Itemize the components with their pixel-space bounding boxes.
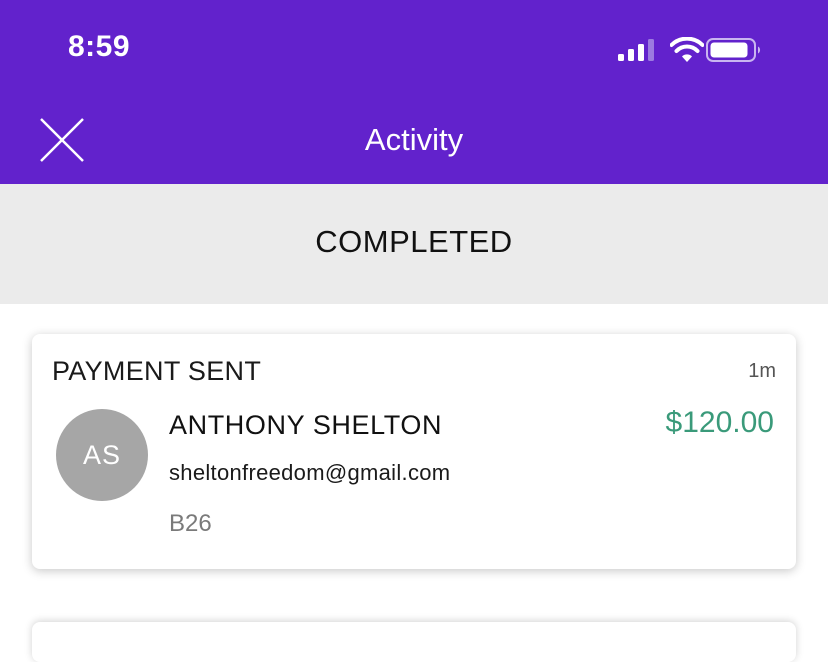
header: 8:59 Activity	[0, 0, 828, 184]
activity-type: PAYMENT SENT	[52, 356, 262, 386]
status-time: 8:59	[68, 30, 131, 63]
section-label: COMPLETED	[315, 224, 513, 259]
signal-icon	[618, 39, 654, 61]
payment-memo: B26	[169, 510, 212, 537]
wifi-icon	[670, 37, 704, 62]
payment-amount: $120.00	[665, 406, 774, 439]
avatar: AS	[56, 409, 148, 501]
avatar-initials: AS	[82, 439, 122, 470]
battery-icon	[706, 38, 761, 62]
activity-time: 1m	[748, 360, 776, 382]
recipient-name: ANTHONY SHELTON	[169, 410, 443, 440]
activity-card[interactable]: PAYMENT SENT 1m AS ANTHONY SHELTON $120.…	[32, 334, 796, 569]
activity-card-partial[interactable]	[32, 622, 796, 662]
recipient-email: sheltonfreedom@gmail.com	[169, 460, 451, 485]
page-title: Activity	[364, 122, 464, 157]
